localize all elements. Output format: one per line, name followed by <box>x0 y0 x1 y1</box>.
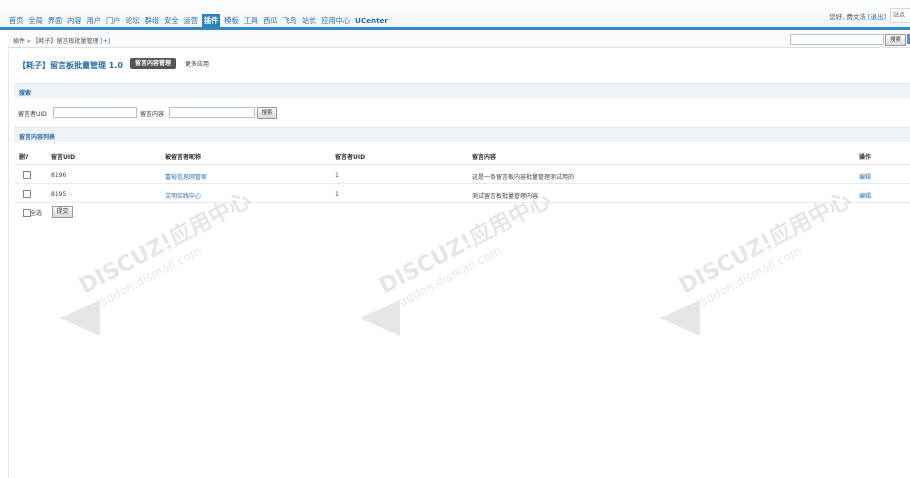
nav-item-home[interactable]: 首页 <box>8 14 24 27</box>
breadcrumb: 插件 » 【耗子】留言板批量管理 [+] <box>13 36 110 45</box>
row-author-uid: 1 <box>335 172 339 179</box>
add-shortcut-link[interactable]: [+] <box>100 38 110 45</box>
user-info: 您好, 费文浩 [退出] <box>829 11 886 21</box>
table-row: 8196 富裕信息网管家 1 这是一条留言板内容批量管理测试用的 编辑 <box>14 165 910 184</box>
content-label: 留言内容 <box>140 111 165 118</box>
header-search-input[interactable] <box>790 34 884 45</box>
watermark-arrow-icon <box>660 300 700 336</box>
submit-button[interactable]: 提交 <box>52 206 73 218</box>
row-delete-checkbox[interactable] <box>23 190 31 198</box>
nav-item-forum[interactable]: 论坛 <box>124 14 140 27</box>
col-delete: 删? <box>19 154 29 161</box>
nav-item-user[interactable]: 用户 <box>86 14 102 27</box>
row-nickname-link[interactable]: 文明实践中心 <box>165 191 201 200</box>
row-uid: 8196 <box>51 172 67 179</box>
row-nickname-link[interactable]: 富裕信息网管家 <box>165 172 207 181</box>
nav-item-feiniao[interactable]: 飞鸟 <box>281 14 297 27</box>
nav-item-template[interactable]: 模板 <box>223 14 239 27</box>
tab-more-apps[interactable]: 更多应用 <box>185 59 209 68</box>
nav-item-portal[interactable]: 门户 <box>105 14 121 27</box>
top-navigation: 首页 全局 界面 内容 用户 门户 论坛 群组 安全 运营 插件 模板 工具 西… <box>8 14 392 27</box>
table-row: 8195 文明实践中心 1 测试留言板批量管理内容 编辑 <box>14 184 910 203</box>
watermark: DISCUZ!应用中心 addon.dismall.com <box>60 188 300 350</box>
nav-item-xigua[interactable]: 西瓜 <box>262 14 278 27</box>
nav-item-plugin[interactable]: 插件 <box>201 14 221 27</box>
content-input[interactable] <box>169 107 255 118</box>
row-delete-checkbox[interactable] <box>23 171 31 179</box>
row-content: 这是一条留言板内容批量管理测试用的 <box>472 174 575 181</box>
row-edit-link[interactable]: 编辑 <box>859 172 871 181</box>
col-uid: 留言UID <box>51 154 76 161</box>
user-greeting: 您好, 费文浩 <box>829 13 866 21</box>
watermark-arrow-icon <box>360 300 400 336</box>
col-nickname: 被留言者昵称 <box>165 154 202 161</box>
breadcrumb-path: 插件 » 【耗子】留言板批量管理 <box>13 38 99 45</box>
tab-message-manage[interactable]: 留言内容管理 <box>130 58 177 69</box>
table-header: 删? 留言UID 被留言者昵称 留言者UID 留言内容 操作 <box>14 146 910 165</box>
row-edit-link[interactable]: 编辑 <box>859 191 871 200</box>
row-uid: 8195 <box>51 191 67 198</box>
nav-item-webmaster[interactable]: 站长 <box>301 14 317 27</box>
left-sidebar-edge <box>0 50 9 478</box>
col-action: 操作 <box>859 154 872 161</box>
site-link[interactable]: 站点 <box>890 8 910 23</box>
uid-input[interactable] <box>53 107 137 118</box>
list-section-title: 留言内容列表 <box>19 134 56 141</box>
list-section-header: 留言内容列表 <box>14 127 910 142</box>
nav-item-style[interactable]: 界面 <box>47 14 63 27</box>
nav-item-app-center[interactable]: 应用中心 <box>320 14 351 27</box>
logout-link[interactable]: [退出] <box>868 13 886 21</box>
search-section-header: 搜索 <box>14 83 910 98</box>
watermark: DISCUZ!应用中心 addon.dismall.com <box>360 188 600 350</box>
nav-item-safe[interactable]: 安全 <box>163 14 179 27</box>
col-author-uid: 留言者UID <box>335 154 366 161</box>
watermark-arrow-icon <box>60 300 100 336</box>
nav-item-global[interactable]: 全局 <box>27 14 43 27</box>
nav-item-ucenter[interactable]: UCenter <box>354 14 389 27</box>
breadcrumb-bar: 插件 » 【耗子】留言板批量管理 [+] 搜索 站 <box>8 32 910 48</box>
search-section-title: 搜索 <box>19 90 32 97</box>
search-button[interactable]: 搜索 <box>257 107 277 119</box>
nav-item-tools[interactable]: 工具 <box>243 14 259 27</box>
nav-item-extended[interactable]: 运营 <box>183 14 199 27</box>
row-author-uid: 1 <box>335 191 339 198</box>
uid-label: 留言者UID <box>18 111 47 118</box>
col-content: 留言内容 <box>472 154 497 161</box>
nav-item-content[interactable]: 内容 <box>66 14 82 27</box>
plugin-title: 【耗子】留言板批量管理 1.0 <box>18 61 123 70</box>
nav-item-group[interactable]: 群组 <box>144 14 160 27</box>
top-header: 首页 全局 界面 内容 用户 门户 论坛 群组 安全 运营 插件 模板 工具 西… <box>0 0 910 30</box>
select-all-label: 全选 <box>30 210 43 217</box>
header-search-button[interactable]: 搜索 <box>885 34 906 46</box>
watermark: DISCUZ!应用中心 addon.dismall.com <box>660 188 900 350</box>
